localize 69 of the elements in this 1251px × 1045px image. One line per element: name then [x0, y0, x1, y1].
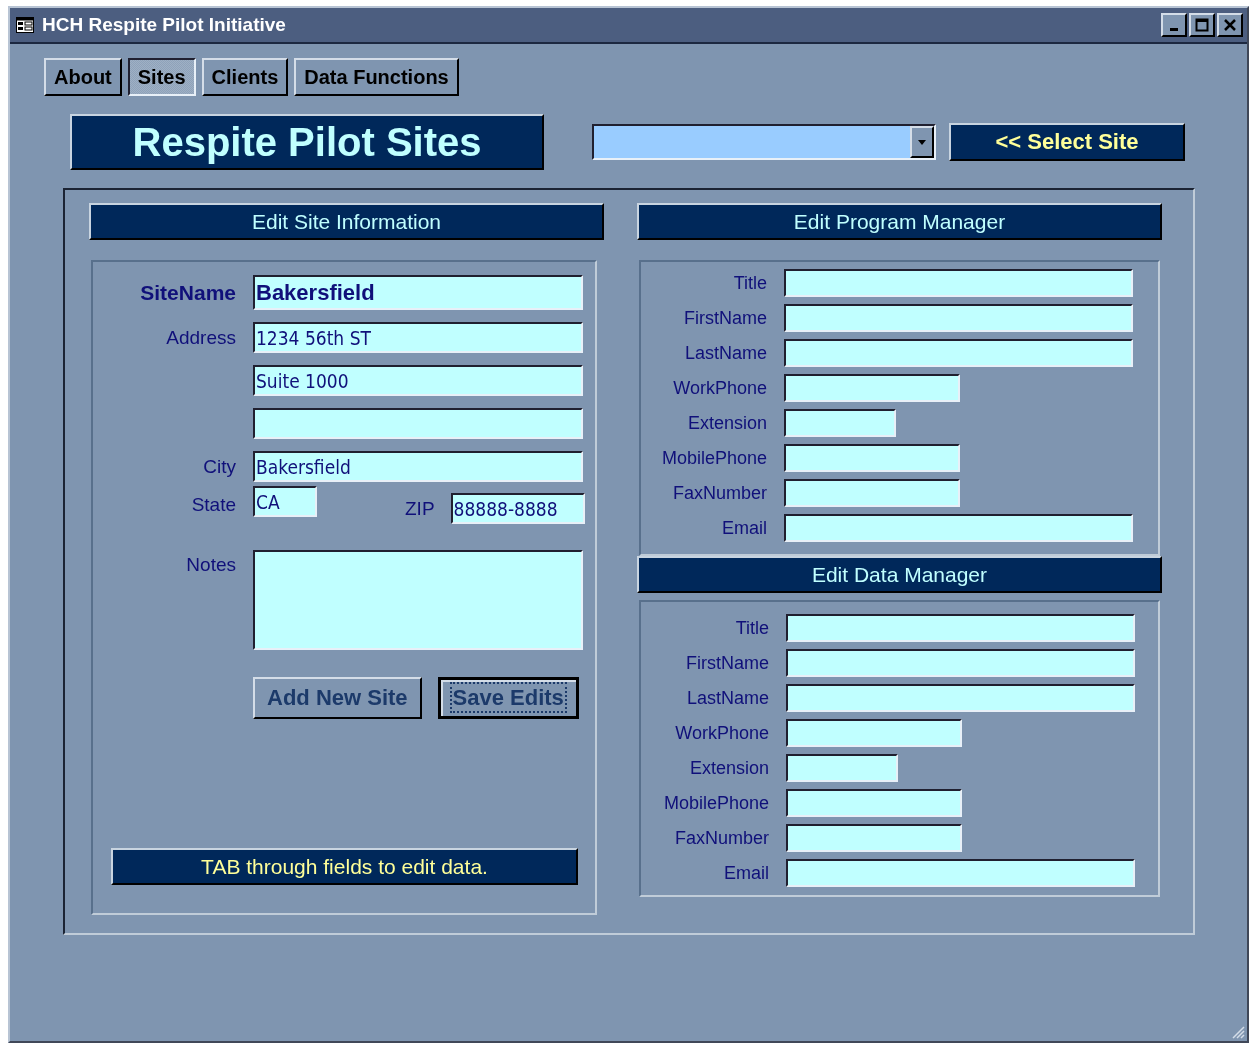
- tab[interactable]: Data Functions: [294, 58, 459, 96]
- text-field[interactable]: [784, 339, 1133, 367]
- text-field[interactable]: [253, 408, 583, 439]
- hint-banner: TAB through fields to edit data.: [111, 848, 578, 885]
- field-label: Extension: [686, 412, 767, 434]
- text-field[interactable]: CA: [253, 486, 317, 517]
- field-label: WorkPhone: [672, 377, 767, 399]
- page-title: Respite Pilot Sites: [70, 114, 544, 170]
- text-field[interactable]: 1234 56th ST: [253, 322, 583, 353]
- maximize-button[interactable]: [1189, 13, 1215, 37]
- text-field[interactable]: [784, 374, 960, 402]
- notes-field[interactable]: [253, 550, 583, 650]
- minimize-icon: [1170, 27, 1178, 31]
- tab[interactable]: Sites: [127, 58, 196, 96]
- text-field[interactable]: [784, 409, 896, 437]
- text-field[interactable]: [784, 269, 1133, 297]
- field-label: Address: [165, 326, 236, 349]
- window-title: HCH Respite Pilot Initiative: [42, 14, 287, 36]
- field-label: MobilePhone: [660, 447, 767, 469]
- field-label: FirstName: [683, 307, 767, 329]
- text-field[interactable]: [786, 789, 962, 817]
- field-label: LastName: [683, 342, 767, 364]
- field-label: Title: [734, 617, 769, 639]
- field-label: WorkPhone: [674, 722, 769, 744]
- add-button[interactable]: Add New Site: [253, 677, 422, 719]
- text-field[interactable]: [784, 479, 960, 507]
- dropdown-arrow-icon[interactable]: [918, 139, 926, 145]
- text-field[interactable]: [786, 684, 1135, 712]
- close-button[interactable]: [1217, 13, 1243, 37]
- maximize-icon: [1195, 18, 1209, 32]
- text-field[interactable]: [784, 304, 1133, 332]
- form-icon[interactable]: [16, 17, 34, 33]
- field-label: Notes: [185, 554, 236, 576]
- field-label: State: [190, 494, 236, 516]
- text-field[interactable]: [784, 444, 960, 472]
- text-field[interactable]: [786, 614, 1135, 642]
- text-field[interactable]: [786, 859, 1135, 887]
- resize-grip-icon[interactable]: [1232, 1026, 1245, 1039]
- field-label: MobilePhone: [662, 792, 769, 814]
- text-field[interactable]: [786, 649, 1135, 677]
- field-label: LastName: [685, 687, 769, 709]
- field-label: Title: [732, 272, 767, 294]
- text-field[interactable]: Bakersfield: [253, 451, 583, 482]
- tab[interactable]: Clients: [201, 58, 289, 96]
- save-button[interactable]: Save Edits: [437, 677, 579, 719]
- field-label: SiteName: [139, 280, 236, 305]
- field-label: FirstName: [685, 652, 769, 674]
- field-label: ZIP: [405, 497, 435, 520]
- text-field[interactable]: [786, 719, 962, 747]
- field-label: Email: [723, 862, 769, 884]
- field-label: FaxNumber: [671, 482, 767, 504]
- text-field[interactable]: [784, 514, 1133, 542]
- text-field[interactable]: Bakersfield: [253, 275, 583, 310]
- field-label: Extension: [688, 757, 769, 779]
- minimize-button[interactable]: [1161, 13, 1187, 37]
- select-site-button[interactable]: << Select Site: [949, 123, 1185, 161]
- field-label: FaxNumber: [673, 827, 769, 849]
- text-field[interactable]: [786, 754, 898, 782]
- section-header: Edit Data Manager: [637, 556, 1162, 593]
- field-label: City: [202, 455, 236, 478]
- text-field[interactable]: [786, 824, 962, 852]
- text-field[interactable]: 88888-8888: [450, 493, 585, 524]
- close-icon: [1223, 18, 1237, 32]
- tab[interactable]: About: [44, 58, 122, 96]
- section-header: Edit Program Manager: [637, 203, 1162, 240]
- section-header: Edit Site Information: [89, 203, 604, 240]
- text-field[interactable]: Suite 1000: [253, 365, 583, 396]
- field-label: Email: [721, 517, 767, 539]
- site-dropdown[interactable]: [592, 124, 936, 160]
